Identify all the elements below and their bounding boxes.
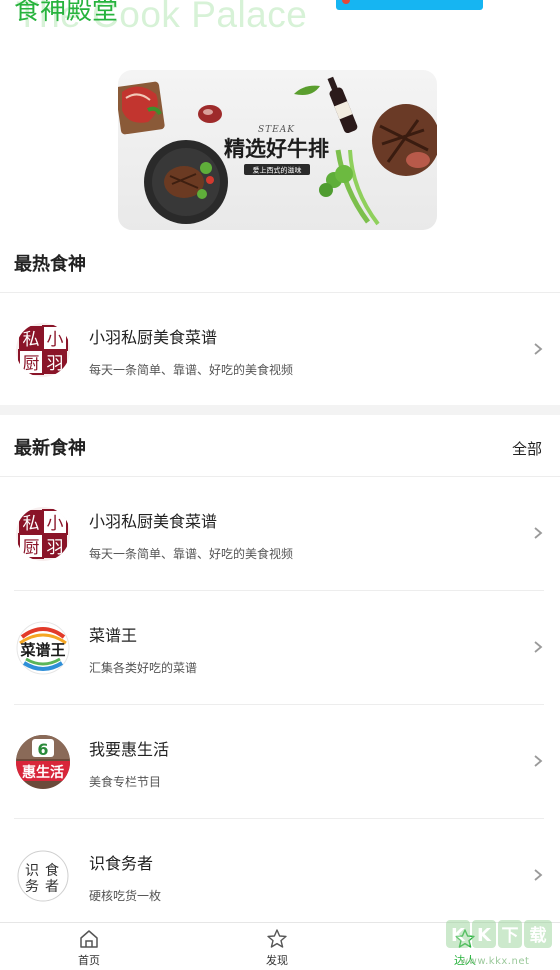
item-title: 小羽私厨美食菜谱	[89, 328, 218, 347]
svg-text:载: 载	[530, 925, 547, 946]
item-description: 美食专栏节目	[89, 775, 162, 789]
chevron-right-icon	[534, 755, 543, 767]
new-section-header: 最新食神 全部	[0, 416, 560, 476]
tab-label: 首页	[78, 954, 100, 967]
banner-tagline: 爱上西式的滋味	[253, 166, 302, 175]
banner-headline: 精选好牛排	[224, 137, 329, 161]
svg-text:小: 小	[47, 330, 64, 350]
banner-steak-word: STEAK	[258, 125, 295, 135]
star-outline-icon	[267, 929, 287, 948]
svg-text:K: K	[477, 925, 492, 946]
svg-text:下: 下	[502, 926, 519, 946]
hot-section-title: 最热食神	[14, 254, 86, 275]
list-item[interactable]: 私 小 厨 羽 小羽私厨美食菜谱 每天一条简单、靠谱、好吃的美食视频	[0, 477, 560, 589]
svg-text:菜谱王: 菜谱王	[19, 641, 65, 659]
item-title: 菜谱王	[89, 626, 138, 645]
list-item[interactable]: 6 惠生活 我要惠生活 美食专栏节目	[0, 705, 560, 817]
svg-text:私: 私	[23, 330, 40, 350]
promo-banner[interactable]: STEAK 精选好牛排 爱上西式的滋味	[118, 70, 437, 230]
item-title: 我要惠生活	[89, 740, 170, 759]
badge-icon	[342, 0, 350, 4]
caipuwang-logo-avatar: 菜谱王	[16, 621, 70, 675]
hot-section-header: 最热食神	[0, 232, 560, 292]
brand-chinese-name: 食神殿堂	[14, 0, 119, 26]
list-item[interactable]: 菜谱王 菜谱王 汇集各类好吃的菜谱	[0, 591, 560, 703]
view-all-link[interactable]: 全部	[512, 438, 542, 459]
list-item[interactable]: 识 食 务 者 识食务者 硬核吃货一枚	[0, 819, 560, 931]
home-icon	[80, 930, 98, 948]
tab-discover[interactable]: 发现	[217, 923, 337, 970]
tab-label: 发现	[266, 954, 288, 967]
item-description: 汇集各类好吃的菜谱	[89, 661, 198, 675]
section-gap	[0, 405, 560, 415]
item-description: 每天一条简单、靠谱、好吃的美食视频	[89, 363, 294, 377]
chevron-right-icon	[534, 527, 543, 539]
chevron-right-icon	[534, 641, 543, 653]
huishenghuo-logo-avatar: 6 惠生活	[16, 735, 70, 789]
svg-text:务: 务	[25, 879, 39, 895]
svg-text:厨: 厨	[23, 538, 40, 558]
svg-text:厨: 厨	[23, 354, 40, 374]
app-header: The Cook Palace 食神殿堂	[0, 0, 560, 60]
svg-text:小: 小	[47, 514, 64, 534]
item-title: 小羽私厨美食菜谱	[89, 512, 218, 531]
svg-text:惠生活: 惠生活	[22, 764, 64, 781]
item-title: 识食务者	[89, 854, 154, 873]
svg-text:6: 6	[37, 740, 48, 759]
steak-banner-image: STEAK 精选好牛排 爱上西式的滋味	[118, 76, 437, 226]
tab-home[interactable]: 首页	[29, 923, 149, 970]
item-description: 硬核吃货一枚	[89, 889, 162, 903]
list-item[interactable]: 私 小 厨 羽 小羽私厨美食菜谱 每天一条简单、靠谱、好吃的美食视频	[0, 293, 560, 405]
shishiwuzhe-logo-avatar: 识 食 务 者	[16, 849, 70, 903]
svg-text:识: 识	[25, 863, 39, 879]
svg-text:羽: 羽	[47, 538, 64, 558]
chevron-right-icon	[534, 343, 543, 355]
new-section-title: 最新食神	[14, 438, 86, 459]
svg-text:羽: 羽	[47, 354, 64, 374]
chevron-right-icon	[534, 869, 543, 881]
header-action-banner[interactable]	[336, 0, 483, 10]
svg-text:者: 者	[45, 879, 59, 895]
xiaoyu-logo-avatar: 私 小 厨 羽	[16, 507, 70, 561]
watermark-url: www.kkx.net	[460, 956, 530, 967]
item-description: 每天一条简单、靠谱、好吃的美食视频	[89, 547, 294, 561]
svg-text:食: 食	[45, 862, 59, 879]
svg-text:私: 私	[23, 514, 40, 534]
svg-text:K: K	[451, 925, 466, 946]
xiaoyu-logo-avatar: 私 小 厨 羽	[16, 323, 70, 377]
